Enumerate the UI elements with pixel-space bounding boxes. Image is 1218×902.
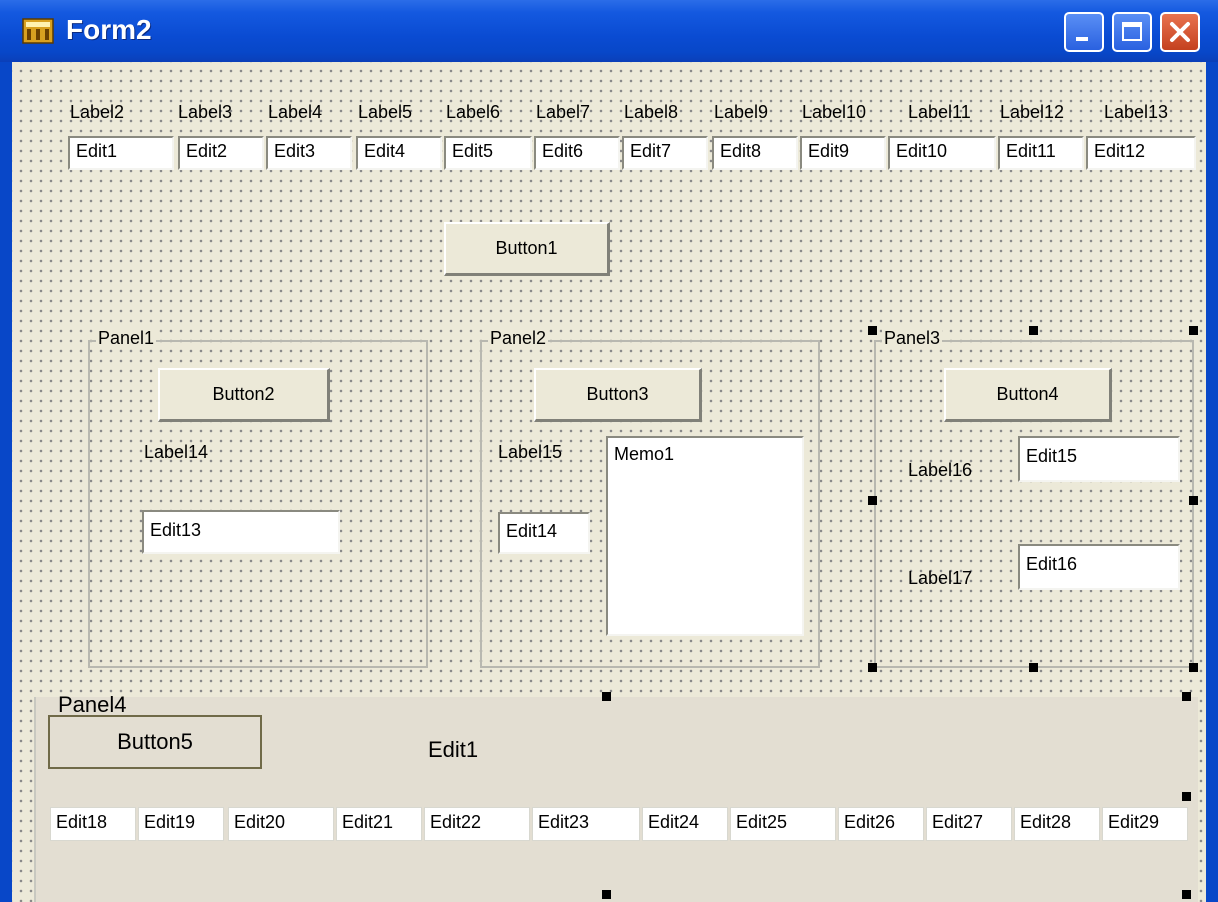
edit-15[interactable]: Edit15: [1018, 436, 1180, 482]
button-1[interactable]: Button1: [444, 222, 610, 276]
edit-8[interactable]: Edit8: [712, 136, 798, 170]
selection-handle[interactable]: [1189, 663, 1198, 672]
window-title: Form2: [66, 14, 152, 45]
label-8: Label8: [624, 102, 679, 122]
label-16: Label16: [908, 460, 973, 480]
edit-16[interactable]: Edit16: [1018, 544, 1180, 590]
label-10: Label10: [802, 102, 867, 122]
edit-9[interactable]: Edit9: [800, 136, 886, 170]
panel-4-edit1-text: Edit1: [428, 737, 479, 762]
label-7: Label7: [536, 102, 591, 122]
selection-handle[interactable]: [1189, 326, 1198, 335]
edit-12[interactable]: Edit12: [1086, 136, 1196, 170]
selection-handle[interactable]: [1029, 663, 1038, 672]
edit-29[interactable]: Edit29: [1102, 807, 1188, 841]
selection-handle[interactable]: [1029, 326, 1038, 335]
form-client-area: Label2 Label3 Label4 Label5 Label6 Label…: [12, 62, 1206, 902]
button-2[interactable]: Button2: [158, 368, 330, 422]
edit-28[interactable]: Edit28: [1014, 807, 1100, 841]
form-window: Form2 Label2 Label3 Label4 Label5 Label6…: [0, 0, 1218, 902]
minimize-icon: [1076, 37, 1088, 41]
panel-3: Panel3 Button4 Label16 Edit15 Label17 Ed…: [874, 328, 1194, 668]
selection-handle[interactable]: [1182, 792, 1191, 801]
edit-7[interactable]: Edit7: [622, 136, 708, 170]
label-4: Label4: [268, 102, 323, 122]
minimize-button[interactable]: [1064, 12, 1104, 52]
label-17: Label17: [908, 568, 973, 588]
selection-handle[interactable]: [868, 326, 877, 335]
label-15: Label15: [498, 442, 563, 462]
edit-5[interactable]: Edit5: [444, 136, 532, 170]
edit-20[interactable]: Edit20: [228, 807, 334, 841]
button-3[interactable]: Button3: [534, 368, 702, 422]
title-bar[interactable]: Form2: [0, 0, 1218, 62]
edit-13[interactable]: Edit13: [142, 510, 340, 554]
edit-19[interactable]: Edit19: [138, 807, 224, 841]
label-13: Label13: [1104, 102, 1169, 122]
button-4[interactable]: Button4: [944, 368, 1112, 422]
label-6: Label6: [446, 102, 501, 122]
edit-21[interactable]: Edit21: [336, 807, 422, 841]
edit-1[interactable]: Edit1: [68, 136, 174, 170]
window-frame-right: [1206, 62, 1218, 902]
app-icon: [22, 18, 54, 44]
label-5: Label5: [358, 102, 413, 122]
selection-handle[interactable]: [868, 496, 877, 505]
edit-11[interactable]: Edit11: [998, 136, 1084, 170]
edit-10[interactable]: Edit10: [888, 136, 996, 170]
memo-1[interactable]: Memo1: [606, 436, 804, 636]
edit-2[interactable]: Edit2: [178, 136, 264, 170]
selection-handle[interactable]: [1182, 890, 1191, 899]
panel-1-caption: Panel1: [96, 328, 157, 349]
label-2: Label2: [70, 102, 125, 122]
selection-handle[interactable]: [1189, 496, 1198, 505]
edit-14[interactable]: Edit14: [498, 512, 590, 554]
window-frame-left: [0, 62, 12, 902]
edit-24[interactable]: Edit24: [642, 807, 728, 841]
edit-27[interactable]: Edit27: [926, 807, 1012, 841]
edit-26[interactable]: Edit26: [838, 807, 924, 841]
selection-handle[interactable]: [602, 890, 611, 899]
maximize-button[interactable]: [1112, 12, 1152, 52]
panel-3-caption: Panel3: [882, 328, 943, 349]
panel-1: Panel1 Button2 Label14 Edit13: [88, 328, 428, 668]
label-14: Label14: [144, 442, 209, 462]
label-11: Label11: [908, 102, 971, 122]
selection-handle[interactable]: [602, 692, 611, 701]
edit-25[interactable]: Edit25: [730, 807, 836, 841]
close-icon: [1170, 22, 1190, 42]
selection-handle[interactable]: [1182, 692, 1191, 701]
edit-23[interactable]: Edit23: [532, 807, 640, 841]
label-9: Label9: [714, 102, 769, 122]
panel-2-caption: Panel2: [488, 328, 549, 349]
edit-3[interactable]: Edit3: [266, 136, 352, 170]
edit-18[interactable]: Edit18: [50, 807, 136, 841]
label-12: Label12: [1000, 102, 1065, 122]
maximize-icon: [1122, 22, 1142, 41]
panel-2: Panel2 Button3 Label15 Edit14 Memo1: [480, 328, 820, 668]
panel-4: Panel4 Button5 Edit1 Edit18 Edit19 Edit2…: [34, 692, 1198, 902]
label-3: Label3: [178, 102, 233, 122]
edit-6[interactable]: Edit6: [534, 136, 620, 170]
edit-22[interactable]: Edit22: [424, 807, 530, 841]
close-button[interactable]: [1160, 12, 1200, 52]
selection-handle[interactable]: [868, 663, 877, 672]
edit-4[interactable]: Edit4: [356, 136, 442, 170]
button-5[interactable]: Button5: [48, 715, 262, 769]
